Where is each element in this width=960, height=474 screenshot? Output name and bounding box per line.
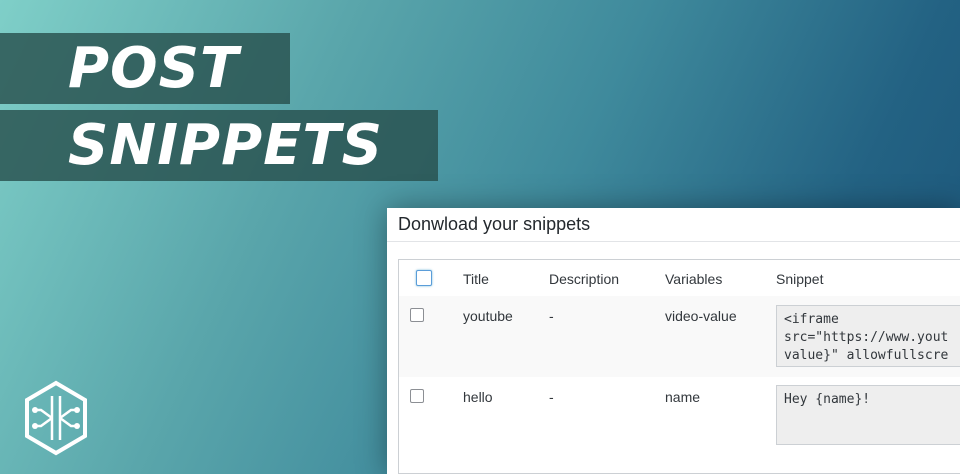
snippet-code-box[interactable]: Hey {name}! bbox=[776, 385, 960, 445]
row-variables: name bbox=[665, 389, 701, 405]
snippets-panel: Donwload your snippets Title Description… bbox=[387, 208, 960, 474]
row-checkbox[interactable] bbox=[410, 308, 424, 322]
column-header-title[interactable]: Title bbox=[463, 271, 489, 287]
row-title: youtube bbox=[463, 308, 513, 324]
title-line-2: SNIPPETS bbox=[68, 113, 383, 178]
title-banner-post: POST bbox=[0, 33, 290, 104]
snippet-code-box[interactable]: <iframe src="https://www.yout value}" al… bbox=[776, 305, 960, 367]
panel-heading-text: Donwload your snippets bbox=[398, 214, 591, 234]
row-title: hello bbox=[463, 389, 493, 405]
select-all-checkbox[interactable] bbox=[416, 270, 432, 286]
table-header-row: Title Description Variables Snippet bbox=[399, 260, 960, 297]
hexagon-circuit-logo-icon bbox=[25, 380, 87, 456]
title-line-1: POST bbox=[68, 36, 240, 101]
column-header-description[interactable]: Description bbox=[549, 271, 619, 287]
title-banner-snippets: SNIPPETS bbox=[0, 110, 438, 181]
row-description: - bbox=[549, 308, 554, 324]
table-row: hello - name Hey {name}! bbox=[399, 377, 960, 474]
row-variables: video-value bbox=[665, 308, 737, 324]
snippets-table: Title Description Variables Snippet yout… bbox=[398, 259, 960, 474]
column-header-variables[interactable]: Variables bbox=[665, 271, 722, 287]
row-description: - bbox=[549, 389, 554, 405]
panel-heading: Donwload your snippets bbox=[387, 208, 960, 242]
table-row: youtube - video-value <iframe src="https… bbox=[399, 296, 960, 377]
column-header-snippet[interactable]: Snippet bbox=[776, 271, 823, 287]
row-checkbox[interactable] bbox=[410, 389, 424, 403]
